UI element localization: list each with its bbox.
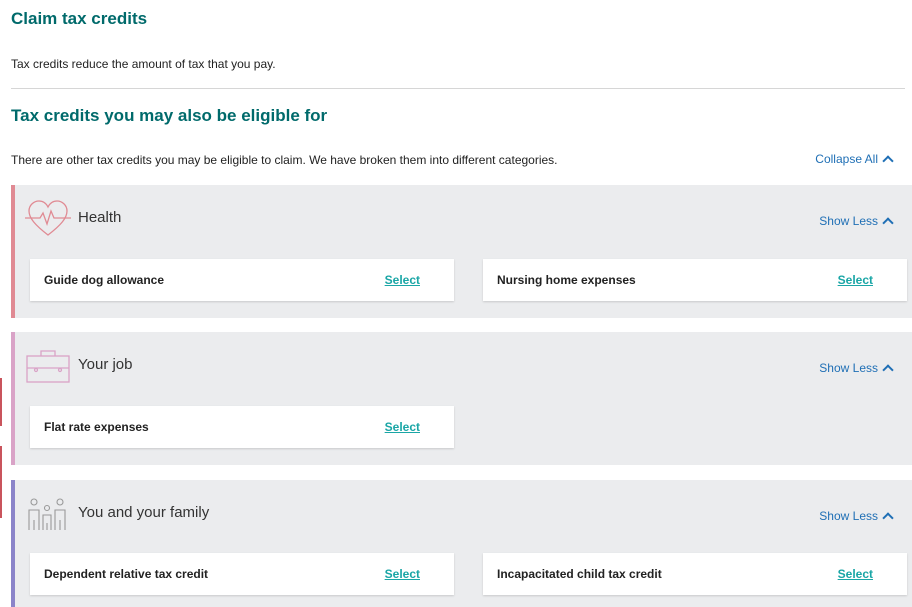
show-less-label: Show Less bbox=[819, 509, 878, 523]
category-your-job: Your job Show Less Flat rate expenses Se… bbox=[11, 332, 912, 465]
category-label: Your job bbox=[78, 356, 133, 373]
credit-card: Nursing home expenses Select bbox=[483, 259, 907, 301]
credit-label: Guide dog allowance bbox=[44, 273, 165, 287]
intro-text: Tax credits reduce the amount of tax tha… bbox=[11, 57, 276, 71]
edge-mark bbox=[0, 446, 2, 518]
category-accent-bar bbox=[11, 185, 15, 318]
divider bbox=[11, 88, 905, 89]
heart-pulse-icon bbox=[25, 200, 71, 236]
credit-label: Nursing home expenses bbox=[497, 273, 636, 287]
show-less-button[interactable]: Show Less bbox=[819, 509, 894, 524]
show-less-label: Show Less bbox=[819, 361, 878, 375]
credit-label: Dependent relative tax credit bbox=[44, 567, 209, 581]
credit-card: Flat rate expenses Select bbox=[30, 406, 454, 448]
credit-label: Incapacitated child tax credit bbox=[497, 567, 662, 581]
category-label: Health bbox=[78, 209, 122, 226]
select-link[interactable]: Select bbox=[385, 420, 420, 434]
select-link[interactable]: Select bbox=[385, 273, 420, 287]
section-description: There are other tax credits you may be e… bbox=[11, 153, 558, 167]
show-less-button[interactable]: Show Less bbox=[819, 361, 894, 376]
page-title: Claim tax credits bbox=[11, 9, 148, 28]
category-accent-bar bbox=[11, 480, 15, 607]
category-accent-bar bbox=[11, 332, 15, 465]
select-link[interactable]: Select bbox=[385, 567, 420, 581]
chevron-up-icon bbox=[882, 155, 894, 167]
category-label: You and your family bbox=[78, 504, 210, 521]
edge-mark bbox=[0, 378, 2, 426]
chevron-up-icon bbox=[882, 364, 894, 376]
credit-card: Dependent relative tax credit Select bbox=[30, 553, 454, 595]
select-link[interactable]: Select bbox=[838, 273, 873, 287]
credit-label: Flat rate expenses bbox=[44, 420, 149, 434]
chevron-up-icon bbox=[882, 512, 894, 524]
category-you-and-your-family: You and your family Show Less Dependent … bbox=[11, 480, 912, 607]
category-health: Health Show Less Guide dog allowance Sel… bbox=[11, 185, 912, 318]
credit-card: Guide dog allowance Select bbox=[30, 259, 454, 301]
family-icon bbox=[28, 498, 66, 530]
chevron-up-icon bbox=[882, 217, 894, 229]
collapse-all-label: Collapse All bbox=[815, 152, 878, 166]
show-less-button[interactable]: Show Less bbox=[819, 214, 894, 229]
select-link[interactable]: Select bbox=[838, 567, 873, 581]
credit-card: Incapacitated child tax credit Select bbox=[483, 553, 907, 595]
collapse-all-button[interactable]: Collapse All bbox=[815, 152, 894, 167]
section-title: Tax credits you may also be eligible for bbox=[11, 106, 328, 125]
briefcase-icon bbox=[26, 350, 70, 383]
show-less-label: Show Less bbox=[819, 214, 878, 228]
